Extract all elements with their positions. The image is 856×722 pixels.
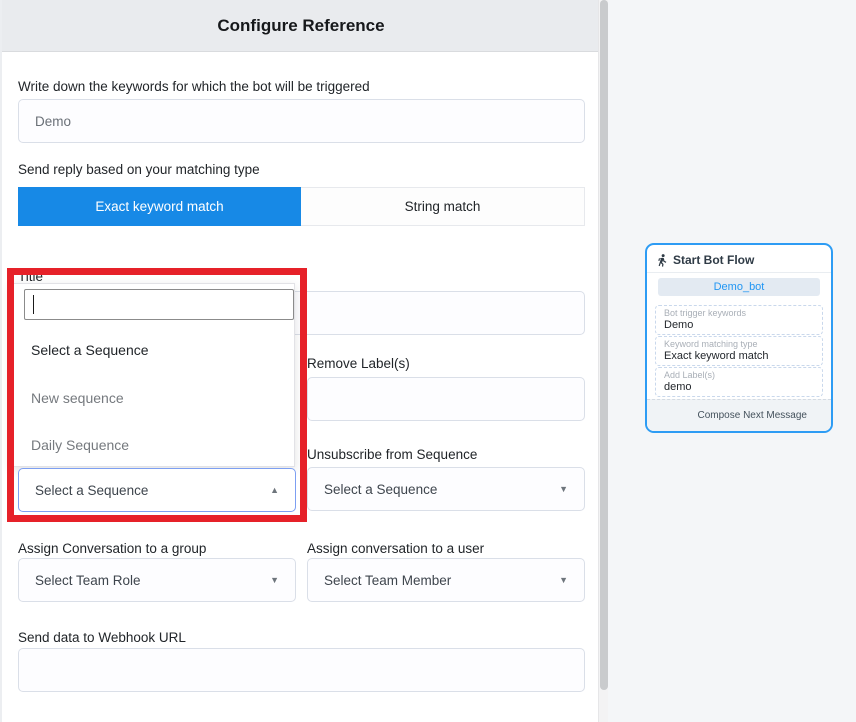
flow-field-caption: Keyword matching type — [664, 339, 814, 349]
unsubscribe-sequence-value: Select a Sequence — [324, 482, 437, 497]
compose-next-message-label: Compose Next Message — [698, 410, 808, 421]
chevron-down-icon: ▼ — [559, 484, 568, 494]
flow-field-value: Exact keyword match — [664, 350, 814, 362]
start-bot-flow-node[interactable]: Start Bot Flow Demo_bot Bot trigger keyw… — [645, 243, 833, 433]
assign-group-value: Select Team Role — [35, 573, 141, 588]
remove-labels-input[interactable] — [307, 377, 585, 421]
flow-card-fields: Bot trigger keywords Demo Keyword matchi… — [655, 305, 823, 397]
sequence-option[interactable]: Select a Sequence — [31, 342, 149, 358]
text-cursor — [33, 295, 34, 314]
assign-user-value: Select Team Member — [324, 573, 451, 588]
sequence-search-input[interactable] — [24, 289, 294, 320]
keywords-input[interactable] — [18, 99, 585, 143]
keywords-label: Write down the keywords for which the bo… — [18, 79, 370, 94]
remove-labels-label: Remove Label(s) — [307, 356, 410, 371]
chevron-up-icon: ▲ — [270, 485, 279, 495]
page-title: Configure Reference — [217, 16, 384, 36]
configure-reference-screen: Configure Reference Write down the keywo… — [0, 0, 856, 722]
assign-user-select[interactable]: Select Team Member ▼ — [307, 558, 585, 602]
bot-flow-canvas: Start Bot Flow Demo_bot Bot trigger keyw… — [608, 0, 856, 722]
unsubscribe-sequence-select[interactable]: Select a Sequence ▼ — [307, 467, 585, 511]
flow-card-title: Start Bot Flow — [673, 253, 754, 267]
assign-group-label: Assign Conversation to a group — [18, 541, 206, 556]
flow-field-matching-type[interactable]: Keyword matching type Exact keyword matc… — [655, 336, 823, 366]
modal-header: Configure Reference — [2, 0, 600, 52]
flow-card-divider — [647, 272, 831, 273]
flow-field-value: demo — [664, 381, 814, 393]
flow-field-trigger-keywords[interactable]: Bot trigger keywords Demo — [655, 305, 823, 335]
walking-person-icon — [657, 254, 668, 267]
assign-user-label: Assign conversation to a user — [307, 541, 484, 556]
subscribe-sequence-select[interactable]: Select a Sequence ▲ — [18, 468, 296, 512]
chevron-down-icon: ▼ — [270, 575, 279, 585]
sequence-option[interactable]: New sequence — [31, 390, 124, 406]
bot-name-button[interactable]: Demo_bot — [658, 278, 820, 296]
flow-field-add-labels[interactable]: Add Label(s) demo — [655, 367, 823, 397]
vertical-scrollbar-track[interactable] — [598, 0, 608, 722]
flow-field-value: Demo — [664, 319, 814, 331]
flow-card-header: Start Bot Flow — [657, 253, 754, 267]
webhook-url-label: Send data to Webhook URL — [18, 630, 186, 645]
flow-field-caption: Bot trigger keywords — [664, 308, 814, 318]
flow-card-footer: Compose Next Message — [647, 399, 831, 431]
flow-field-caption: Add Label(s) — [664, 370, 814, 380]
tab-string-match[interactable]: String match — [301, 187, 585, 226]
sequence-option[interactable]: Daily Sequence — [31, 437, 129, 453]
webhook-url-input[interactable] — [18, 648, 585, 692]
sequence-dropdown-panel: Select a Sequence New sequence Daily Seq… — [11, 283, 295, 467]
matching-type-tabs: Exact keyword match String match — [18, 187, 585, 226]
tab-exact-keyword-match[interactable]: Exact keyword match — [18, 187, 301, 226]
configure-form-pane: Configure Reference Write down the keywo… — [0, 0, 598, 722]
assign-group-select[interactable]: Select Team Role ▼ — [18, 558, 296, 602]
chevron-down-icon: ▼ — [559, 575, 568, 585]
vertical-scrollbar-thumb[interactable] — [600, 0, 608, 690]
subscribe-sequence-value: Select a Sequence — [35, 483, 148, 498]
unsubscribe-sequence-label: Unsubscribe from Sequence — [307, 447, 477, 462]
matching-type-label: Send reply based on your matching type — [18, 162, 260, 177]
title-label: Title — [18, 269, 43, 284]
